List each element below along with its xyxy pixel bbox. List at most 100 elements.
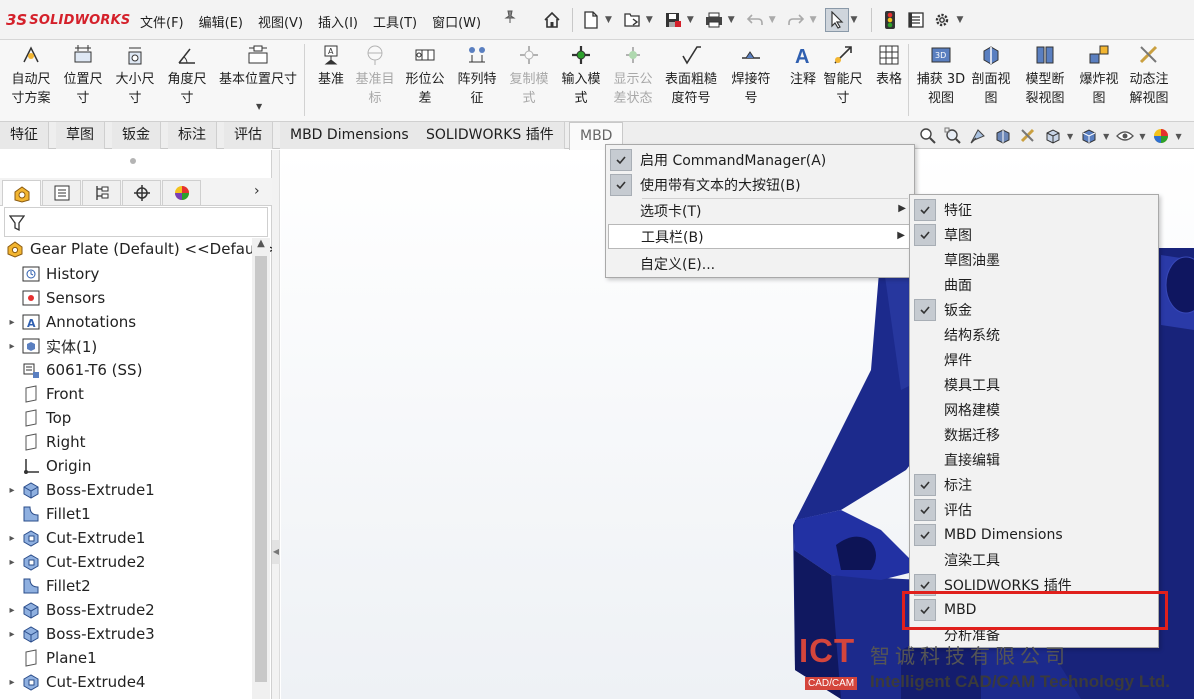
submenu-item-6[interactable]: 焊件: [912, 347, 1156, 372]
appearance-icon[interactable]: [1150, 126, 1172, 146]
chevron-down-icon[interactable]: ▼: [1067, 132, 1073, 141]
tree-item-boss-extrude3[interactable]: ▸ Boss-Extrude3: [0, 622, 252, 646]
filter-icon[interactable]: [8, 214, 26, 236]
ribbon-button-exploded-view[interactable]: 爆炸视图: [1074, 44, 1124, 108]
ribbon-button-datum[interactable]: A 基准: [306, 44, 356, 89]
expand-arrow-icon[interactable]: ▸: [0, 341, 20, 352]
chevron-down-icon[interactable]: ▼: [851, 15, 858, 25]
traffic-light-icon[interactable]: [878, 8, 902, 32]
tree-item-cut-extrude2[interactable]: ▸ Cut-Extrude2: [0, 550, 252, 574]
panel-grip[interactable]: [130, 158, 136, 164]
submenu-item-7[interactable]: 模具工具: [912, 372, 1156, 397]
configuration-manager-tab-icon[interactable]: [82, 180, 121, 205]
tree-item-6061-t6-ss[interactable]: 6061-T6 (SS): [0, 358, 252, 382]
ribbon-button-geometric-tolerance[interactable]: 形位公差: [400, 44, 450, 108]
expand-arrow-icon[interactable]: ▸: [0, 533, 20, 544]
expand-arrow-icon[interactable]: ▸: [0, 317, 20, 328]
feature-manager-tab-icon[interactable]: [2, 180, 41, 206]
chevron-down-icon[interactable]: ▼: [646, 15, 653, 25]
tree-root-part[interactable]: Gear Plate (Default) <<Default>: [4, 238, 277, 260]
submenu-item-14[interactable]: 渲染工具: [912, 547, 1156, 572]
chevron-down-icon[interactable]: ▼: [810, 15, 817, 25]
expand-arrow-icon[interactable]: ▸: [0, 677, 20, 688]
chevron-up-icon[interactable]: ▲: [255, 238, 267, 254]
chevron-down-icon[interactable]: ▼: [728, 15, 735, 25]
ribbon-button-datum-target[interactable]: 基准目标: [350, 44, 400, 108]
tree-item-boss-extrude2[interactable]: ▸ Boss-Extrude2: [0, 598, 252, 622]
submenu-item-1[interactable]: 草图: [912, 222, 1156, 247]
chevron-down-icon[interactable]: ▼: [769, 15, 776, 25]
submenu-item-9[interactable]: 数据迁移: [912, 422, 1156, 447]
ribbon-button-size-dimension[interactable]: 大小尺寸: [110, 44, 160, 108]
submenu-item-8[interactable]: 网格建模: [912, 397, 1156, 422]
home-icon[interactable]: [540, 8, 564, 32]
submenu-item-11[interactable]: 标注: [912, 472, 1156, 497]
panel-splitter[interactable]: ◀: [272, 150, 280, 699]
feature-tree-filter[interactable]: [4, 207, 268, 237]
ribbon-button-smart-dimension[interactable]: 智能尺寸: [818, 44, 868, 108]
chevron-down-icon[interactable]: ▼: [1139, 132, 1145, 141]
zoom-to-fit-icon[interactable]: [917, 126, 939, 146]
chevron-down-icon[interactable]: ▼: [956, 15, 963, 25]
ribbon-button-dynamic-annotation-view[interactable]: 动态注 解视图: [1124, 44, 1174, 108]
ribbon-button-import-scheme[interactable]: 输入模式: [556, 44, 606, 108]
print-icon[interactable]: [702, 8, 726, 32]
expand-arrow-icon[interactable]: ▸: [0, 557, 20, 568]
submenu-item-13[interactable]: MBD Dimensions: [912, 522, 1156, 547]
tree-item-fillet2[interactable]: Fillet2: [0, 574, 252, 598]
ribbon-button-table[interactable]: 表格: [864, 44, 914, 89]
tree-item-boss-extrude1[interactable]: ▸ Boss-Extrude1: [0, 478, 252, 502]
tree-scrollbar[interactable]: ▲: [252, 238, 270, 699]
options-gear-icon[interactable]: [930, 8, 954, 32]
ribbon-button-tolerance-status[interactable]: 显示公 差状态: [608, 44, 658, 108]
tab-sketch[interactable]: 草图: [56, 122, 105, 149]
tree-item-history[interactable]: History: [0, 262, 252, 286]
tab-features[interactable]: 特征: [0, 122, 49, 149]
submenu-item-0[interactable]: 特征: [912, 197, 1156, 222]
tab-annotation[interactable]: 标注: [168, 122, 217, 149]
submenu-item-5[interactable]: 结构系统: [912, 322, 1156, 347]
ribbon-button-capture-3d-view[interactable]: 3D 捕获 3D 视图: [910, 44, 972, 108]
scrollbar-thumb[interactable]: [255, 256, 267, 682]
view-orientation-icon[interactable]: [1042, 126, 1064, 146]
ribbon-button-auto-dimension[interactable]: 自动尺 寸方案: [6, 44, 56, 108]
display-manager-tab-icon[interactable]: [162, 180, 201, 205]
chevron-down-icon[interactable]: ▼: [256, 102, 262, 111]
display-style-icon[interactable]: [1078, 126, 1100, 146]
section-view-icon[interactable]: [992, 126, 1014, 146]
ribbon-button-weld-symbol[interactable]: 焊接符号: [726, 44, 776, 108]
tree-item-cut-extrude4[interactable]: ▸ Cut-Extrude4: [0, 670, 252, 694]
menu-edit[interactable]: 编辑(E): [199, 12, 243, 31]
property-manager-tab-icon[interactable]: [42, 180, 81, 205]
chevron-down-icon[interactable]: ▼: [605, 15, 612, 25]
chevron-down-icon[interactable]: ▼: [687, 15, 694, 25]
submenu-item-3[interactable]: 曲面: [912, 272, 1156, 297]
menu-item-toolbars[interactable]: 工具栏(B) ▶: [608, 224, 912, 249]
submenu-item-12[interactable]: 评估: [912, 497, 1156, 522]
redo-icon[interactable]: [784, 8, 808, 32]
file-properties-icon[interactable]: [904, 8, 928, 32]
menu-item-customize[interactable]: 自定义(E)...: [608, 251, 912, 276]
pin-icon[interactable]: [503, 10, 517, 28]
submenu-item-2[interactable]: 草图油墨: [912, 247, 1156, 272]
menu-window[interactable]: 窗口(W): [432, 12, 481, 31]
tree-item-cut-extrude1[interactable]: ▸ Cut-Extrude1: [0, 526, 252, 550]
undo-icon[interactable]: [743, 8, 767, 32]
open-file-icon[interactable]: [620, 8, 644, 32]
collapse-panel-icon[interactable]: ◀: [272, 540, 280, 564]
menu-item-large-buttons-with-text[interactable]: 使用带有文本的大按钮(B): [608, 172, 912, 197]
menu-insert[interactable]: 插入(I): [318, 12, 358, 31]
tree-item-1[interactable]: ▸ 实体(1): [0, 334, 252, 358]
solidworks-logo[interactable]: 3S SOLIDWORKS: [6, 11, 130, 29]
ribbon-button-surface-finish[interactable]: 表面粗糙 度符号: [660, 44, 722, 108]
save-icon[interactable]: [661, 8, 685, 32]
expand-arrow-icon[interactable]: ▸: [0, 605, 20, 616]
select-cursor-icon[interactable]: [824, 8, 849, 32]
menu-item-enable-command-manager[interactable]: 启用 CommandManager(A): [608, 147, 912, 172]
ribbon-button-location-dimension[interactable]: 位置尺寸: [58, 44, 108, 108]
menu-file[interactable]: 文件(F): [140, 12, 184, 31]
ribbon-button-broken-out-view[interactable]: 模型断 裂视图: [1020, 44, 1070, 108]
ribbon-button-section-view[interactable]: 剖面视图: [966, 44, 1016, 108]
dimxpert-manager-tab-icon[interactable]: [122, 180, 161, 205]
ribbon-button-basic-location-dimension[interactable]: 基本位置尺寸: [214, 44, 302, 89]
